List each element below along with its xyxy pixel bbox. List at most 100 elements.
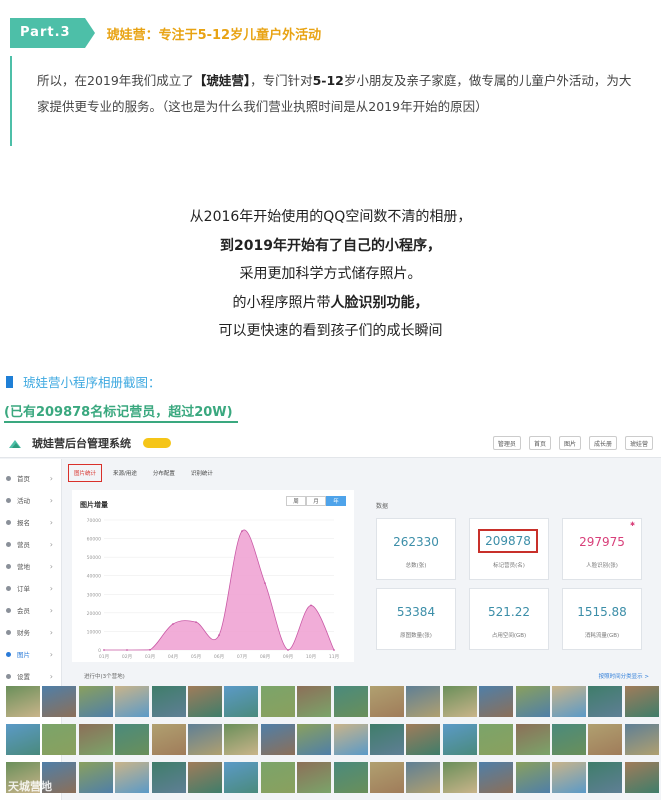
tab-recognition[interactable]: 识别统计 [186,464,218,482]
photo-thumbnail[interactable] [297,724,332,755]
photo-thumbnail[interactable] [78,724,113,755]
photo-thumbnail[interactable] [115,686,150,717]
data-point [333,649,335,651]
sidebar-item-campers[interactable]: 营员 › [0,533,61,555]
photo-thumbnail[interactable] [151,762,186,793]
photo-thumbnail[interactable] [588,686,623,717]
photo-thumbnail[interactable] [42,686,77,717]
y-tick-label: 60000 [87,537,101,543]
photo-thumbnail[interactable] [624,686,659,717]
sidebar-item-camps[interactable]: 营地 › [0,555,61,577]
period-year-button[interactable]: 年 [326,496,346,506]
chevron-right-icon: › [49,495,53,505]
photo-thumbnail[interactable] [260,724,295,755]
photo-thumbnail[interactable] [78,686,113,717]
photo-thumbnail[interactable] [333,686,368,717]
sidebar-item-orders[interactable]: 订单 › [0,577,61,599]
photo-thumbnail[interactable] [151,724,186,755]
photo-thumbnail[interactable] [624,724,659,755]
photo-thumbnail[interactable] [6,686,40,717]
photo-thumbnail[interactable] [515,686,550,717]
stat-value: 1515.88 [577,605,627,619]
stat-value: 262330 [393,535,439,549]
photo-thumbnail[interactable] [333,724,368,755]
image-growth-chart: 0 10000 20000 30000 40000 50000 60000 70000 01月 0… [87,518,339,660]
center-paragraph: 从2016年开始使用的QQ空间数不清的相册， 到2019年开始有了自己的小程序，… [0,203,661,346]
topbar-user-button[interactable]: 管理员 [492,436,521,450]
stat-card-storage: 521.22 占用空间(GB) [469,588,549,650]
photo-thumbnail[interactable] [442,686,477,717]
vip-badge [143,437,171,448]
center-line-5: 可以更快速的看到孩子们的成长瞬间 [218,323,443,339]
center-line-1: 从2016年开始使用的QQ空间数不清的相册， [189,209,472,225]
screenshot-caption: 琥娃营小程序相册截图： [6,372,161,391]
y-tick-label: 50000 [87,555,101,561]
photo-thumbnail[interactable] [6,724,40,755]
photo-thumbnail[interactable] [115,762,150,793]
sidebar-item-finance[interactable]: 财务 › [0,621,61,643]
photo-thumbnail[interactable] [151,686,186,717]
photo-thumbnail[interactable] [188,686,222,717]
photo-thumbnail[interactable] [588,724,623,755]
sidebar-item-label: 会员 [17,607,30,615]
photo-thumbnail[interactable] [515,724,550,755]
photo-thumbnail[interactable] [552,762,586,793]
photo-thumbnail[interactable] [552,686,586,717]
stat-card-originals: 53384 原图数量(张) [376,588,456,650]
chevron-right-icon: › [49,627,53,637]
photo-thumbnail[interactable] [297,686,332,717]
photo-thumbnail[interactable] [406,724,441,755]
data-point [103,649,105,651]
photo-thumbnail[interactable] [224,686,259,717]
tab-distribution[interactable]: 分布配置 [148,464,180,482]
sidebar-item-signup[interactable]: 报名 › [0,511,61,533]
sidebar-item-home[interactable]: 首页 › [0,467,61,489]
topbar-home-button[interactable]: 首页 [528,436,551,450]
sidebar-item-images[interactable]: 图片 › [0,643,61,665]
photo-thumbnail[interactable] [188,762,222,793]
center-line-3: 采用更加科学方式储存照片。 [239,266,422,282]
members-icon [6,607,11,613]
photo-thumbnail[interactable] [188,724,222,755]
topbar-camp-button[interactable]: 琥娃营 [624,436,653,450]
sidebar-item-activity[interactable]: 活动 › [0,489,61,511]
tab-source[interactable]: 来源/用途 [108,464,142,482]
period-week-button[interactable]: 周 [286,496,306,506]
photo-thumbnail[interactable] [115,724,150,755]
part-tag: Part.3 [10,18,95,48]
sidebar-item-members[interactable]: 会员 › [0,599,61,621]
photo-thumbnail[interactable] [370,686,404,717]
photo-thumbnail[interactable] [333,762,368,793]
camp-list-bar: 进行中(3个营地) 按照时间分类显示 > [72,669,661,683]
y-tick-label: 20000 [87,611,101,617]
photo-thumbnail[interactable] [406,686,441,717]
photo-thumbnail[interactable] [42,724,77,755]
photo-thumbnail[interactable] [78,762,113,793]
photo-thumbnail[interactable] [479,724,514,755]
photo-thumbnail[interactable] [479,686,514,717]
photo-thumbnail[interactable] [515,762,550,793]
tab-image-stats[interactable]: 图片统计 [68,464,103,482]
photo-thumbnail[interactable] [260,762,295,793]
photo-thumbnail[interactable] [260,686,295,717]
photo-thumbnail[interactable] [479,762,514,793]
topbar-album-button[interactable]: 成长册 [588,436,617,450]
data-point [172,623,174,625]
photo-thumbnail[interactable] [224,762,259,793]
photo-thumbnail[interactable] [370,762,404,793]
photo-thumbnail[interactable] [370,724,404,755]
photo-thumbnail[interactable] [552,724,586,755]
view-by-time-link[interactable]: 按照时间分类显示 > [599,672,649,680]
photo-thumbnail[interactable] [624,762,659,793]
photo-thumbnail[interactable] [297,762,332,793]
topbar-images-button[interactable]: 图片 [558,436,581,450]
photo-thumbnail[interactable] [406,762,441,793]
photo-thumbnail[interactable] [442,724,477,755]
photo-thumbnail[interactable] [588,762,623,793]
x-tick-label: 03月 [145,654,155,660]
photo-thumbnail[interactable] [442,762,477,793]
photo-thumbnail[interactable] [224,724,259,755]
period-month-button[interactable]: 月 [306,496,326,506]
admin-tabs: 图片统计 来源/用途 分布配置 识别统计 [68,464,218,482]
data-point [241,530,243,533]
